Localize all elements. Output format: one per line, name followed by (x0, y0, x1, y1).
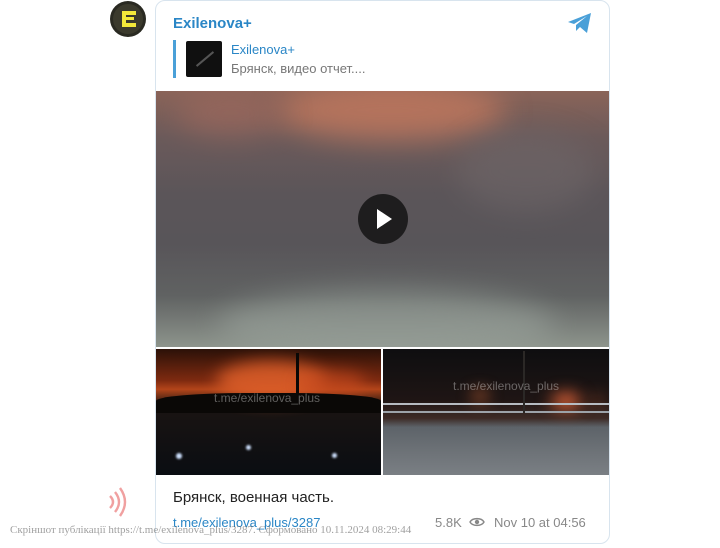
post-card: Exilenova+ Exilenova+ Брянск, видео отче… (155, 0, 610, 544)
logo-bar (122, 11, 136, 15)
reply-author: Exilenova+ (231, 42, 295, 57)
reply-quote[interactable]: Exilenova+ Брянск, видео отчет.... (173, 40, 593, 78)
play-icon (377, 209, 392, 229)
photo-watermark: t.me/exilenova_plus (214, 391, 321, 405)
post-timestamp[interactable]: Nov 10 at 04:56 (494, 515, 586, 530)
video-preview[interactable] (156, 91, 609, 347)
logo-bar (122, 17, 134, 20)
eye-icon (469, 517, 485, 527)
telegram-icon[interactable] (567, 11, 593, 35)
reply-snippet: Брянск, видео отчет.... (231, 61, 366, 76)
screenshot-footer-note: Скріншот публікації https://t.me/exileno… (10, 524, 412, 536)
play-button[interactable] (358, 194, 408, 244)
view-count: 5.8K (435, 515, 462, 530)
channel-name[interactable]: Exilenova+ (173, 15, 252, 32)
post-caption: Брянск, военная часть. (173, 489, 335, 506)
broadcast-icon (109, 487, 127, 517)
photo-watermark: t.me/exilenova_plus (453, 379, 560, 393)
channel-avatar[interactable] (110, 1, 146, 37)
photo-fire-forest[interactable]: t.me/exilenova_plus (156, 349, 381, 475)
photo-fire-road[interactable]: t.me/exilenova_plus (383, 349, 609, 475)
logo-bar (122, 23, 136, 27)
reply-thumbnail (186, 41, 222, 77)
